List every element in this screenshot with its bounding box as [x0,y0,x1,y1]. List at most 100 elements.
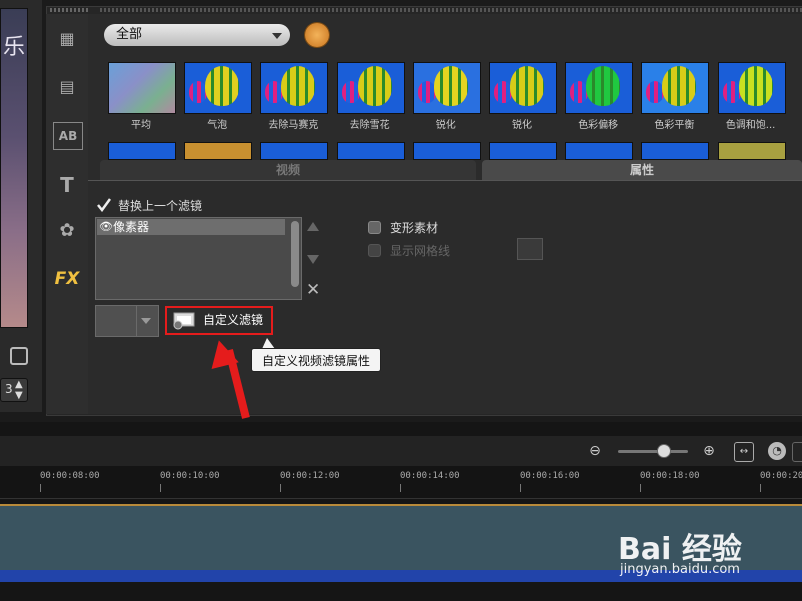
preview-image: 乐 [0,8,28,328]
preset-dropdown[interactable] [95,305,159,337]
preview-spinner[interactable]: 3 ▲ ▼ [0,378,28,402]
tab-video[interactable]: 视频 [100,160,476,180]
watermark: Bai 经验 jingyan.baidu.com [618,518,778,588]
replace-last-checkbox[interactable] [97,197,112,213]
filter-thumbnail[interactable] [489,62,557,114]
ruler-tick [400,484,401,492]
balloon-icon [357,66,392,106]
filter-thumbnail[interactable] [260,62,329,114]
clock-icon[interactable]: ◔ [768,442,786,460]
filter-thumbnail[interactable] [336,62,405,114]
replace-last-label: 替换上一个滤镜 [118,199,203,213]
fit-timeline-icon[interactable]: ↔ [734,442,754,462]
timeline-tab[interactable] [792,442,802,462]
custom-filter-button[interactable]: 自定义滤镜 [165,306,273,335]
scrollbar[interactable] [291,221,299,287]
show-grid-checkbox[interactable] [368,244,381,257]
filter-thumbnail[interactable] [412,62,481,114]
zoom-slider-handle[interactable] [657,444,671,458]
transition-icon[interactable]: AB [53,122,83,150]
filter-thumbnail[interactable] [565,142,634,160]
close-icon[interactable]: ✕ [306,280,320,300]
ruler-tick-label: 00:00:16:00 [520,471,580,481]
custom-filter-label: 自定义滤镜 [203,313,264,327]
ruler-tick [640,484,641,492]
library-sidebar: ▦ ▤ AB T ✿ FX [46,14,88,414]
filter-thumbnail-label: 色调和饱... [725,120,776,131]
balloon-icon [205,66,240,106]
filter-thumbnail-label: 去除雪花 [349,120,390,131]
ruler-tick-label: 00:00:12:00 [280,471,340,481]
ruler-tick-label: 00:00:18:00 [640,471,700,481]
ruler-tick [280,484,281,492]
filter-thumbnail[interactable] [184,62,253,114]
balloon-icon [433,66,468,106]
divider [136,306,137,336]
filter-thumbnail[interactable] [565,62,634,114]
spinner-arrows-icon[interactable]: ▲ ▼ [15,379,23,401]
deform-label: 变形素材 [390,221,439,235]
filter-thumbnail[interactable] [108,62,176,114]
spinner-value: 3 [5,382,13,396]
favorites-icon[interactable] [305,23,329,47]
watermark-url: jingyan.baidu.com [620,562,740,577]
zoom-in-icon[interactable]: ⊕ [700,442,718,460]
filter-thumbnail[interactable] [412,142,481,160]
tab-attributes[interactable]: 属性 [482,160,802,180]
filter-thumbnail-label: 去除马赛克 [268,120,319,131]
custom-filter-icon [173,312,195,330]
preview-title-char: 乐 [3,35,26,60]
zoom-out-icon[interactable]: ⊖ [586,442,604,460]
preview-panel: 乐 3 ▲ ▼ [0,0,42,412]
filter-thumbnail[interactable] [260,142,329,160]
filter-thumbnail[interactable] [717,142,786,160]
move-up-icon[interactable] [307,222,319,231]
balloon-icon [662,66,697,106]
ruler-tick-label: 00:00:14:00 [400,471,460,481]
filter-thumbnail[interactable] [489,142,557,160]
instant-project-icon[interactable]: ▤ [53,74,81,100]
filter-thumbnail-label: 锐化 [435,120,456,131]
zoom-slider[interactable] [618,450,688,453]
title-icon[interactable]: T [53,172,81,198]
balloon-icon [510,66,544,106]
balloon-icon [281,66,316,106]
filter-thumbnail-label: 气泡 [207,120,228,131]
filter-thumbnail-label: 色彩平衡 [654,120,695,131]
balloon-icon [341,81,360,103]
filter-thumbnail[interactable] [184,142,253,160]
ruler-tick [760,484,761,492]
category-value: 全部 [116,27,143,42]
eye-icon[interactable]: 👁 [99,219,113,235]
balloon-icon [722,81,741,103]
ruler-tick [160,484,161,492]
ruler-tick-label: 00:00:10:00 [160,471,220,481]
filter-thumbnail[interactable] [108,142,176,160]
filter-thumbnail[interactable] [336,142,405,160]
chevron-down-icon [272,33,282,39]
graphic-icon[interactable]: ✿ [53,218,81,244]
panel-grip[interactable] [100,8,802,12]
filter-thumbnail-label: 锐化 [512,120,532,131]
ruler-tick [520,484,521,492]
category-dropdown[interactable]: 全部 [104,24,290,46]
tooltip: 自定义视频滤镜属性 [251,348,381,372]
filter-thumbnail-label: 平均 [131,120,151,131]
panel-grip[interactable] [50,8,90,12]
balloon-icon [738,66,773,106]
media-icon[interactable]: ▦ [53,26,81,52]
move-down-icon[interactable] [307,255,319,264]
check-icon [97,198,112,213]
chevron-down-icon [141,318,151,324]
fx-icon[interactable]: FX [53,266,81,292]
filter-list[interactable]: 👁 像素器 [95,217,302,300]
filter-thumbnail[interactable] [717,62,786,114]
copy-icon[interactable] [10,347,28,365]
tab-divider [88,180,802,181]
filter-thumbnail[interactable] [641,142,710,160]
show-grid-label: 显示网格线 [390,244,451,258]
list-item[interactable]: 👁 像素器 [97,219,285,235]
deform-checkbox[interactable] [368,221,381,234]
grid-settings-icon[interactable] [517,238,543,260]
filter-thumbnail[interactable] [641,62,710,114]
